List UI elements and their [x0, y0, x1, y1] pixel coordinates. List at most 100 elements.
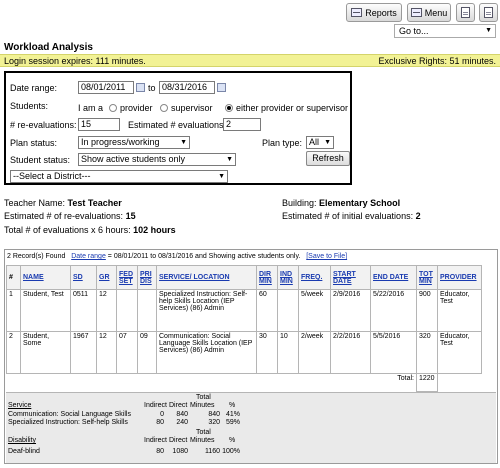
indirect-header-2: Indirect [144, 437, 167, 444]
teacher-label: Teacher Name: [4, 198, 66, 208]
total-label: Total: [397, 375, 414, 382]
chevron-down-icon: ▼ [218, 173, 225, 180]
radio-either[interactable] [225, 104, 233, 112]
cell: 2/week [298, 331, 331, 374]
cell: 12 [96, 289, 117, 332]
col-end-date[interactable]: END DATE [370, 265, 417, 290]
col-sd[interactable]: SD [70, 265, 97, 290]
radio-provider-label: provider [120, 103, 153, 113]
col-tot-min[interactable]: TOT MIN [416, 265, 438, 290]
district-value: --Select a District--- [13, 171, 91, 181]
calendar-icon[interactable] [136, 83, 145, 92]
cell: 07 [116, 331, 138, 374]
empty-cell [438, 374, 482, 392]
cell: Student, Some [20, 331, 71, 374]
disability-direct: 1080 [172, 448, 188, 455]
chevron-down-icon: ▼ [180, 139, 187, 146]
goto-select[interactable]: Go to... ▼ [394, 24, 496, 38]
cell: 320 [416, 331, 438, 374]
cell [116, 289, 138, 332]
district-select[interactable]: --Select a District--- ▼ [10, 170, 228, 183]
service-total: 320 [208, 419, 220, 426]
login-session-text: Login session expires: 111 minutes. [4, 56, 146, 66]
pct-header-2: % [229, 437, 236, 444]
service-direct: 240 [176, 419, 188, 426]
indirect-header: Indirect [144, 402, 167, 409]
students-label: Students: [10, 101, 49, 111]
direct-header-2: Direct [169, 437, 188, 444]
service-pct: 59% [225, 419, 240, 426]
minutes-header: Minutes [190, 402, 215, 409]
records-header: 2 Record(s) Found Date range = 08/01/201… [7, 253, 347, 260]
cell: 5/week [298, 289, 331, 332]
building-label: Building: [282, 198, 317, 208]
col-start-date[interactable]: START DATE [330, 265, 371, 290]
cell: 12 [96, 331, 117, 374]
est-initial-line: Estimated # of initial evaluations: 2 [282, 211, 421, 221]
cell: 2/2/2016 [330, 331, 371, 374]
total-header-2: Total [196, 429, 211, 436]
col-freq[interactable]: FREQ. [298, 265, 331, 290]
reports-icon [351, 8, 363, 17]
building-line: Building: Elementary School [282, 198, 400, 208]
col-ind-min[interactable]: IND MIN [277, 265, 299, 290]
radio-supervisor-label: supervisor [171, 103, 213, 113]
col-dir-min[interactable]: DIR MIN [256, 265, 278, 290]
est-evals-input[interactable]: 2 [223, 118, 261, 131]
cell: 09 [137, 331, 157, 374]
disability-pct: 100% [222, 448, 240, 455]
print-button[interactable] [456, 3, 475, 22]
reports-button[interactable]: Reports [346, 3, 402, 22]
col-gr[interactable]: GR [96, 265, 117, 290]
save-to-file-link[interactable]: [Save to File] [306, 253, 347, 260]
document-icon [461, 7, 470, 18]
service-pct: 41% [225, 411, 240, 418]
total-evals-value: 102 hours [133, 225, 176, 235]
date-range-label: Date range: [10, 83, 58, 93]
est-reevals-label: Estimated # of re-evaluations: [4, 211, 124, 221]
student-status-value: Show active students only [81, 154, 186, 164]
refresh-button[interactable]: Refresh [306, 151, 350, 166]
calendar-icon[interactable] [217, 83, 226, 92]
student-status-select[interactable]: Show active students only ▼ [78, 153, 236, 166]
cell: Communication: Social Language Skills Lo… [156, 331, 257, 374]
cell: 2/9/2016 [330, 289, 371, 332]
date-range-link[interactable]: Date range [71, 253, 106, 260]
page-title: Workload Analysis [4, 42, 93, 53]
col-fed-set[interactable]: FED SET [116, 265, 138, 290]
disability-name: Deaf-blind [8, 448, 40, 455]
chevron-down-icon: ▼ [324, 139, 331, 146]
breakdown-panel: Total Service Indirect Direct Minutes % … [6, 392, 496, 463]
plan-type-select[interactable]: All ▼ [306, 136, 334, 149]
total-evals-label: Total # of evaluations x 6 hours: [4, 225, 131, 235]
radio-provider[interactable] [109, 104, 117, 112]
to-label: to [148, 83, 156, 93]
plan-status-label: Plan status: [10, 138, 58, 148]
date-from-input[interactable]: 08/01/2011 [78, 81, 134, 94]
col-name[interactable]: NAME [20, 265, 71, 290]
total-header-1: Total [196, 394, 211, 401]
plan-status-select[interactable]: In progress/working ▼ [78, 136, 190, 149]
service-name: Communication: Social Language Skills [8, 411, 131, 418]
cell: 10 [277, 331, 299, 374]
reevals-input[interactable]: 15 [78, 118, 120, 131]
records-panel: 2 Record(s) Found Date range = 08/01/201… [4, 249, 498, 464]
cell: 60 [256, 289, 278, 332]
radio-either-label: either provider or supervisor [236, 103, 349, 113]
session-bar: Login session expires: 111 minutes. Excl… [0, 54, 500, 67]
reevals-label: # re-evaluations: [10, 120, 77, 130]
col-provider[interactable]: PROVIDER [437, 265, 482, 290]
table-header-row: # NAME SD GR FED SET PRI DIS SERVICE/ LO… [6, 265, 482, 290]
disability-total: 1160 [204, 448, 220, 455]
cell: 900 [416, 289, 438, 332]
export-button[interactable] [479, 3, 498, 22]
date-to-input[interactable]: 08/31/2016 [159, 81, 215, 94]
pct-header: % [229, 402, 236, 409]
service-total: 840 [208, 411, 220, 418]
radio-supervisor[interactable] [160, 104, 168, 112]
cell: 5/22/2016 [370, 289, 417, 332]
menu-button[interactable]: Menu [407, 3, 451, 22]
col-service[interactable]: SERVICE/ LOCATION [156, 265, 257, 290]
service-header: Service [8, 402, 32, 409]
col-pri-dis[interactable]: PRI DIS [137, 265, 157, 290]
